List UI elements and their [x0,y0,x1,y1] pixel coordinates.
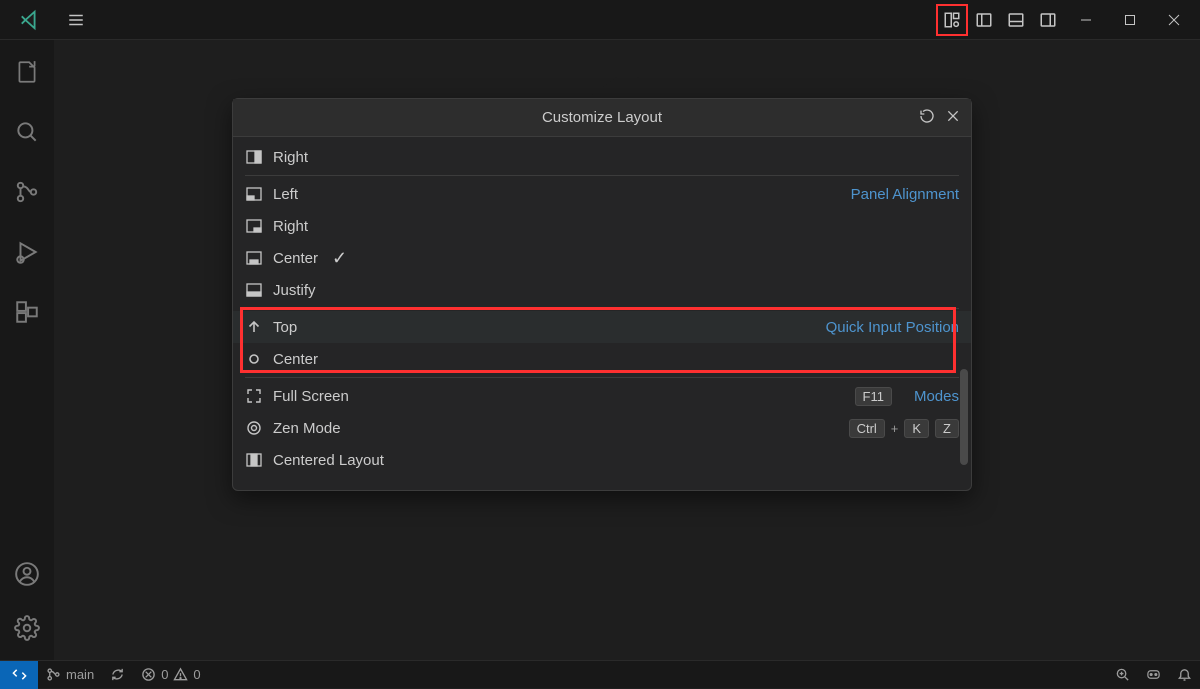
dialog-body: Right Left Panel Alignment Right Center … [233,137,971,490]
menu-icon[interactable] [60,4,92,36]
key-f11: F11 [855,387,892,406]
option-quickinput-top[interactable]: Top Quick Input Position [233,311,971,343]
option-label: Center [273,351,318,368]
option-label: Right [273,218,308,235]
divider [245,377,959,378]
dialog-title: Customize Layout [542,109,662,126]
warning-count: 0 [193,667,200,682]
arrow-up-icon [245,318,263,336]
zoom-status[interactable] [1107,667,1138,682]
panel-left-icon [245,185,263,203]
toggle-panel-icon[interactable] [1000,4,1032,36]
source-control-icon[interactable] [13,178,41,206]
option-label: Center [273,250,318,267]
panel-justify-icon [245,281,263,299]
vscode-logo-icon [14,4,46,36]
git-branch-status[interactable]: main [38,667,102,682]
remote-indicator[interactable] [0,661,38,689]
scrollbar-thumb[interactable] [960,369,968,465]
customize-layout-dialog: Customize Layout Right Left Panel Alignm… [232,98,972,491]
option-fullscreen[interactable]: Full Screen F11 Modes [233,380,971,412]
option-centered-layout[interactable]: Centered Layout [233,444,971,476]
target-icon [245,419,263,437]
section-label-modes: Modes [914,388,959,405]
option-label: Centered Layout [273,452,384,469]
search-icon[interactable] [13,118,41,146]
copilot-status[interactable] [1138,667,1169,682]
panel-center-icon [245,249,263,267]
title-bar [0,0,1200,40]
option-zenmode[interactable]: Zen Mode Ctrl + K Z [233,412,971,444]
extensions-icon[interactable] [13,298,41,326]
sync-status[interactable] [102,667,133,682]
activity-bar [0,40,54,660]
section-label-panel-alignment: Panel Alignment [851,186,959,203]
fullscreen-icon [245,387,263,405]
branch-name: main [66,667,94,682]
toggle-secondary-sidebar-icon[interactable] [1032,4,1064,36]
option-label: Right [273,149,308,166]
run-debug-icon[interactable] [13,238,41,266]
option-label: Top [273,319,297,336]
option-quickinput-center[interactable]: Center [233,343,971,375]
settings-gear-icon[interactable] [13,614,41,642]
option-label: Full Screen [273,388,349,405]
panel-right-icon [245,217,263,235]
problems-status[interactable]: 0 0 [133,667,208,682]
option-panel-left[interactable]: Left Panel Alignment [233,178,971,210]
option-label: Zen Mode [273,420,341,437]
dialog-header: Customize Layout [233,99,971,137]
option-panel-center[interactable]: Center ✓ [233,242,971,274]
key-ctrl: Ctrl [849,419,885,438]
option-label: Justify [273,282,316,299]
notifications-icon[interactable] [1169,667,1200,682]
explorer-icon[interactable] [13,58,41,86]
option-panel-justify[interactable]: Justify [233,274,971,306]
window-minimize-button[interactable] [1064,1,1108,39]
divider [245,175,959,176]
close-icon[interactable] [945,108,961,128]
circle-icon [245,350,263,368]
section-label-quick-input-position: Quick Input Position [826,319,959,336]
customize-layout-icon[interactable] [936,4,968,36]
layout-right-icon [245,148,263,166]
window-close-button[interactable] [1152,1,1196,39]
key-z: Z [935,419,959,438]
error-count: 0 [161,667,168,682]
key-plus: + [891,421,899,436]
key-k: K [904,419,929,438]
option-panel-right[interactable]: Right [233,210,971,242]
status-bar: main 0 0 [0,660,1200,688]
centered-layout-icon [245,451,263,469]
window-maximize-button[interactable] [1108,1,1152,39]
divider [245,308,959,309]
accounts-icon[interactable] [13,560,41,588]
reset-icon[interactable] [919,108,935,128]
check-icon: ✓ [332,248,347,269]
toggle-primary-sidebar-icon[interactable] [968,4,1000,36]
option-label: Left [273,186,298,203]
option-right[interactable]: Right [233,141,971,173]
